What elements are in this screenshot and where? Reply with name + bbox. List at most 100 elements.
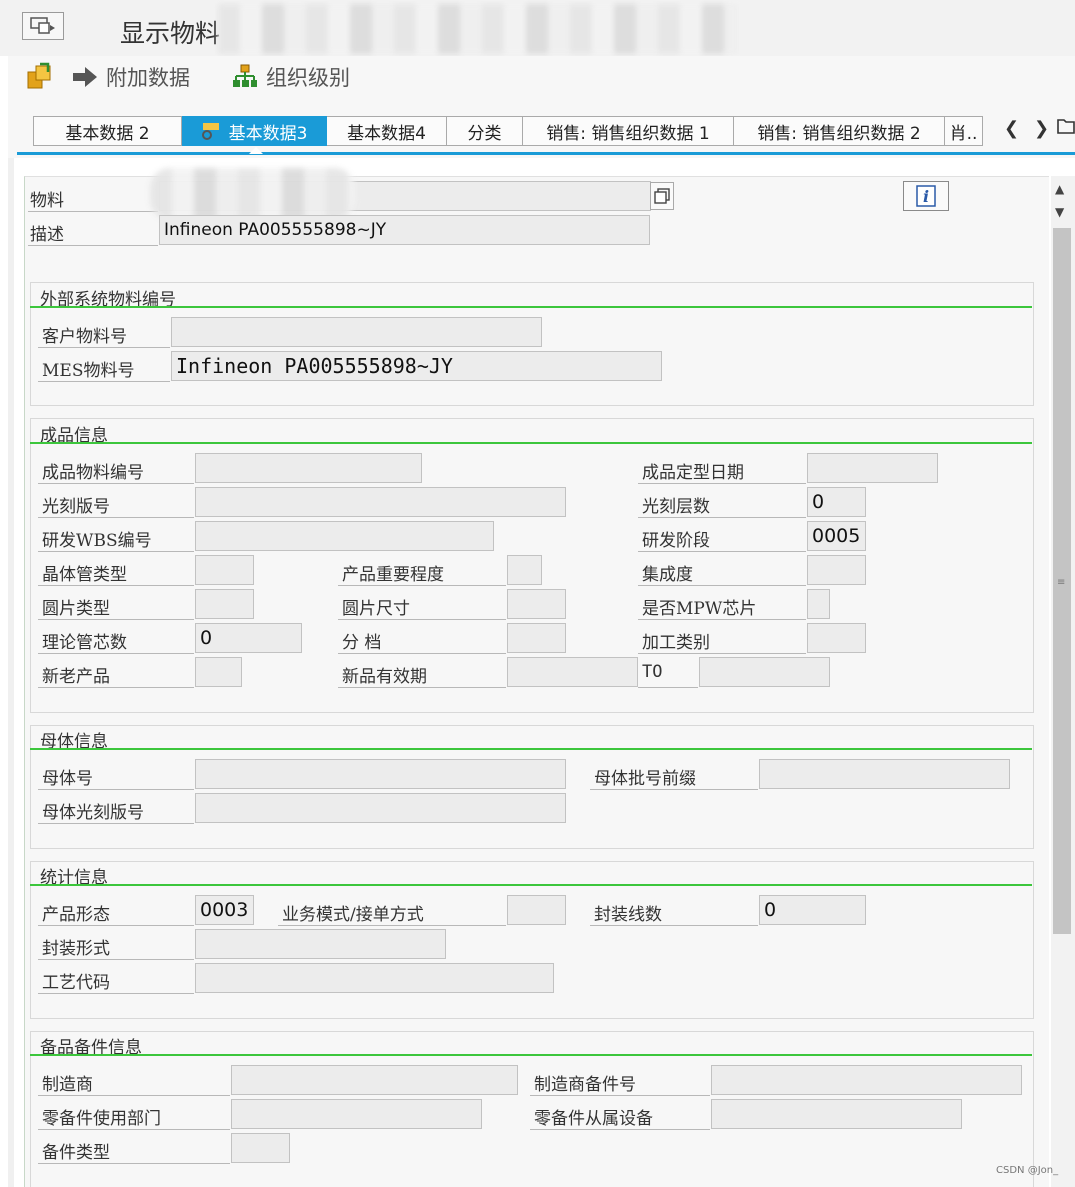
transistor-type-label: 晶体管类型: [42, 565, 127, 585]
product-date-field[interactable]: [807, 453, 938, 483]
tab-sales-org-1[interactable]: 销售: 销售组织数据 1: [523, 116, 734, 146]
label-underline: [28, 211, 158, 212]
wafer-type-field[interactable]: [195, 589, 254, 619]
to-field[interactable]: [699, 657, 830, 687]
wafer-type-label: 圆片类型: [42, 599, 110, 619]
package-wires-field[interactable]: 0: [759, 895, 866, 925]
label-underline: [38, 551, 194, 552]
parent-litho-label: 母体光刻版号: [42, 803, 144, 823]
label-underline: [590, 925, 758, 926]
org-hierarchy-icon: [233, 64, 257, 87]
copy-button[interactable]: [650, 182, 674, 210]
tab-list-icon[interactable]: [1057, 117, 1075, 139]
litho-layers-field[interactable]: 0: [807, 487, 866, 517]
tab-basic-data-2[interactable]: 基本数据 2: [33, 116, 182, 146]
die-count-field[interactable]: 0: [195, 623, 302, 653]
scroll-up-icon[interactable]: ▲: [1055, 182, 1064, 196]
wafer-size-field[interactable]: [507, 589, 566, 619]
validity-field[interactable]: [507, 657, 638, 687]
tab-label: 销售: 销售组织数据 2: [757, 123, 921, 144]
label-underline: [338, 687, 506, 688]
group-divider: [30, 306, 1032, 308]
customer-material-field[interactable]: [171, 317, 542, 347]
label-underline: [28, 245, 158, 246]
tab-label: 分类: [467, 123, 502, 144]
parent-batch-prefix-label: 母体批号前缀: [594, 769, 696, 789]
new-old-field[interactable]: [195, 657, 242, 687]
wafer-size-label: 圆片尺寸: [342, 599, 410, 619]
tab-more[interactable]: 肖..: [945, 116, 983, 146]
label-underline: [38, 483, 194, 484]
parent-batch-prefix-field[interactable]: [759, 759, 1010, 789]
manufacturer-part-field[interactable]: [711, 1065, 1022, 1095]
manufacturer-field[interactable]: [231, 1065, 518, 1095]
export-icon: [27, 62, 51, 89]
label-underline: [278, 925, 506, 926]
mes-material-field[interactable]: Infineon PA005555898~JY: [171, 351, 662, 381]
integration-field[interactable]: [807, 555, 866, 585]
using-department-field[interactable]: [231, 1099, 482, 1129]
transistor-type-field[interactable]: [195, 555, 254, 585]
tab-config-icon: [201, 121, 223, 141]
description-field[interactable]: Infineon PA005555898~JY: [159, 215, 650, 245]
tab-classification[interactable]: 分类: [447, 116, 523, 146]
rd-stage-field[interactable]: 0005: [807, 521, 866, 551]
tab-sales-org-2[interactable]: 销售: 销售组织数据 2: [734, 116, 945, 146]
process-category-field[interactable]: [807, 623, 866, 653]
info-button[interactable]: i: [903, 181, 949, 211]
label-underline: [38, 993, 194, 994]
tab-label: 销售: 销售组织数据 1: [546, 123, 710, 144]
copy-icon: [654, 188, 670, 204]
info-icon: i: [916, 185, 936, 207]
additional-data-button[interactable]: 附加数据: [72, 62, 190, 92]
craft-code-field[interactable]: [195, 963, 554, 993]
label-underline: [638, 551, 806, 552]
rd-wbs-field[interactable]: [195, 521, 494, 551]
litho-layers-label: 光刻层数: [642, 497, 710, 517]
mes-material-label: MES物料号: [42, 361, 135, 381]
business-mode-field[interactable]: [507, 895, 566, 925]
redacted-title-area: [218, 4, 738, 54]
watermark: CSDN @Jon_: [996, 1165, 1059, 1176]
product-date-label: 成品定型日期: [642, 463, 744, 483]
menu-button[interactable]: [22, 12, 64, 40]
tab-label: 基本数据4: [347, 123, 426, 144]
product-code-field[interactable]: [195, 453, 422, 483]
rd-stage-label: 研发阶段: [642, 531, 710, 551]
spare-type-field[interactable]: [231, 1133, 290, 1163]
litho-version-label: 光刻版号: [42, 497, 110, 517]
tab-scroll-left-icon[interactable]: ❮: [1004, 118, 1019, 139]
redacted-material-number: [150, 168, 355, 220]
label-underline: [38, 619, 194, 620]
label-underline: [38, 687, 194, 688]
tab-label: 肖..: [949, 123, 978, 144]
tab-label: 基本数据3: [228, 123, 308, 144]
litho-version-field[interactable]: [195, 487, 566, 517]
grade-field[interactable]: [507, 623, 566, 653]
scroll-down-icon[interactable]: ▼: [1055, 205, 1064, 219]
package-type-label: 封装形式: [42, 939, 110, 959]
process-category-label: 加工类别: [642, 633, 710, 653]
parent-number-field[interactable]: [195, 759, 566, 789]
page-title: 显示物料: [120, 19, 221, 48]
tab-scroll-right-icon[interactable]: ❯: [1034, 118, 1049, 139]
tab-basic-data-4[interactable]: 基本数据4: [327, 116, 447, 146]
equipment-field[interactable]: [711, 1099, 962, 1129]
importance-field[interactable]: [507, 555, 542, 585]
package-type-field[interactable]: [195, 929, 446, 959]
tab-basic-data-3[interactable]: 基本数据3: [182, 116, 327, 146]
validity-label: 新品有效期: [342, 667, 427, 687]
arrow-right-icon: [73, 67, 97, 87]
export-button[interactable]: [26, 62, 54, 90]
label-underline: [638, 687, 698, 688]
product-form-field[interactable]: 0003: [195, 895, 254, 925]
parent-litho-field[interactable]: [195, 793, 566, 823]
svg-text:i: i: [923, 187, 929, 206]
group-divider: [30, 1054, 1032, 1056]
label-underline: [38, 1095, 230, 1096]
tab-label: 基本数据 2: [65, 123, 150, 144]
mpw-chip-field[interactable]: [807, 589, 830, 619]
label-underline: [638, 619, 806, 620]
org-levels-button[interactable]: 组织级别: [232, 62, 350, 92]
tab-underline: [17, 152, 1075, 155]
